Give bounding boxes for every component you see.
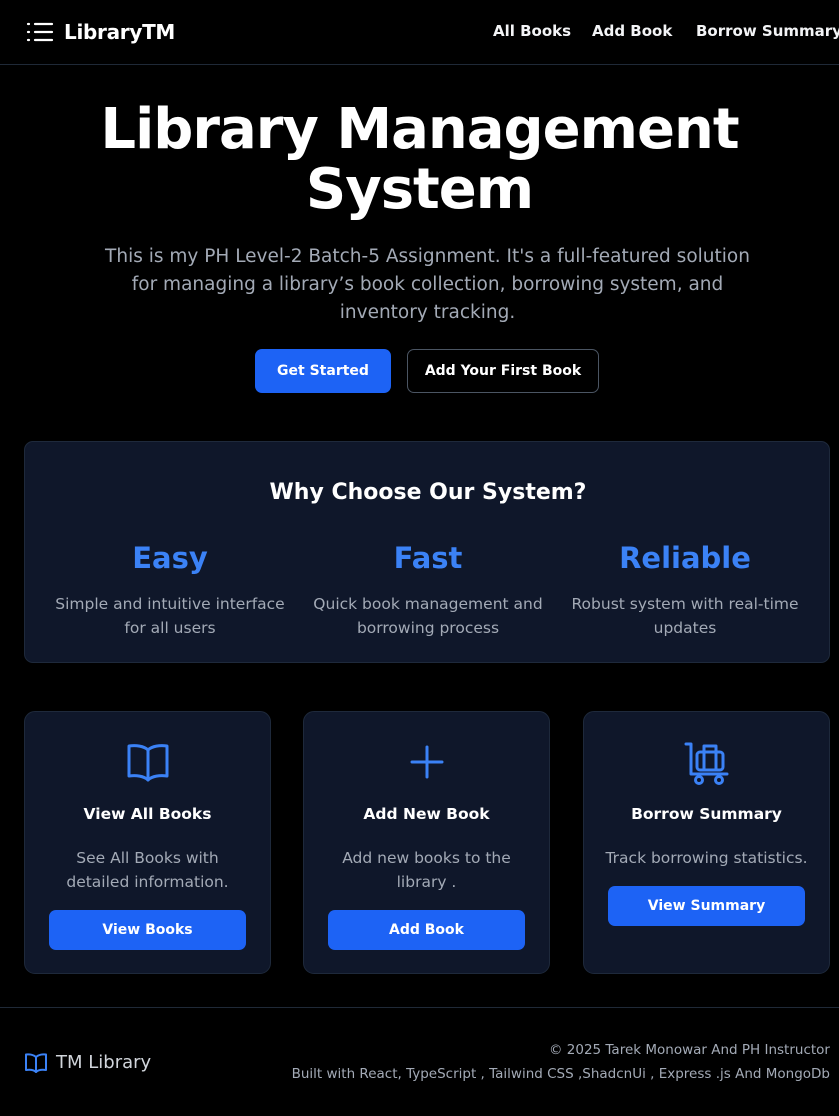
card-description: See All Books with detailed information. (66, 849, 229, 891)
hero-title-line-1: Library Management (100, 97, 739, 162)
view-summary-button[interactable]: View Summary (608, 886, 805, 926)
borrow-summary-card: Borrow Summary Track borrowing statistic… (583, 711, 830, 974)
menu-icon[interactable] (26, 21, 54, 43)
add-new-book-card: Add New Book Add new books to the librar… (303, 711, 550, 974)
navbar: LibraryTM All Books Add Book Borrow Summ… (0, 0, 839, 65)
feature-description: Robust system with real-time updates (571, 595, 799, 637)
hero-title-line-2: System (305, 157, 534, 222)
footer: TM Library © 2025 Tarek Monowar And PH I… (0, 1007, 839, 1116)
nav-link-add-book[interactable]: Add Book (592, 22, 672, 40)
plus-icon (410, 745, 443, 779)
book-open-icon (25, 1053, 47, 1073)
luggage-cart-icon (684, 742, 728, 785)
feature-description: Simple and intuitive interface for all u… (55, 595, 285, 637)
card-description: Track borrowing statistics. (605, 849, 808, 867)
book-open-icon (127, 744, 168, 782)
feature-easy: Easy Simple and intuitive interface for … (50, 538, 290, 640)
nav-link-all-books[interactable]: All Books (493, 22, 571, 40)
card-title: Add New Book (363, 805, 490, 823)
feature-title: Easy (132, 541, 208, 575)
view-all-books-card: View All Books See All Books with detail… (24, 711, 271, 974)
view-books-button[interactable]: View Books (49, 910, 246, 950)
feature-title: Fast (393, 541, 463, 575)
footer-built-with: Built with React, TypeScript , Tailwind … (291, 1066, 830, 1082)
card-description: Add new books to the library . (342, 849, 511, 891)
feature-title: Reliable (619, 541, 751, 575)
hero-title: Library Management System (60, 100, 779, 220)
footer-copyright: © 2025 Tarek Monowar And PH Instructor (548, 1042, 830, 1058)
nav-link-borrow-summary[interactable]: Borrow Summary (696, 22, 839, 40)
why-choose-title: Why Choose Our System? (269, 480, 587, 505)
feature-fast: Fast Quick book management and borrowing… (308, 538, 548, 640)
brand-logo-text[interactable]: LibraryTM (64, 20, 175, 44)
feature-description: Quick book management and borrowing proc… (313, 595, 543, 637)
get-started-button[interactable]: Get Started (255, 349, 391, 393)
add-book-button[interactable]: Add Book (328, 910, 525, 950)
why-choose-card: Why Choose Our System? Easy Simple and i… (24, 441, 830, 663)
add-first-book-button[interactable]: Add Your First Book (407, 349, 599, 393)
card-title: Borrow Summary (631, 805, 782, 823)
card-title: View All Books (83, 805, 212, 823)
footer-brand: TM Library (56, 1052, 152, 1073)
hero-description: This is my PH Level-2 Batch-5 Assignment… (105, 246, 750, 323)
feature-reliable: Reliable Robust system with real-time up… (565, 538, 805, 640)
